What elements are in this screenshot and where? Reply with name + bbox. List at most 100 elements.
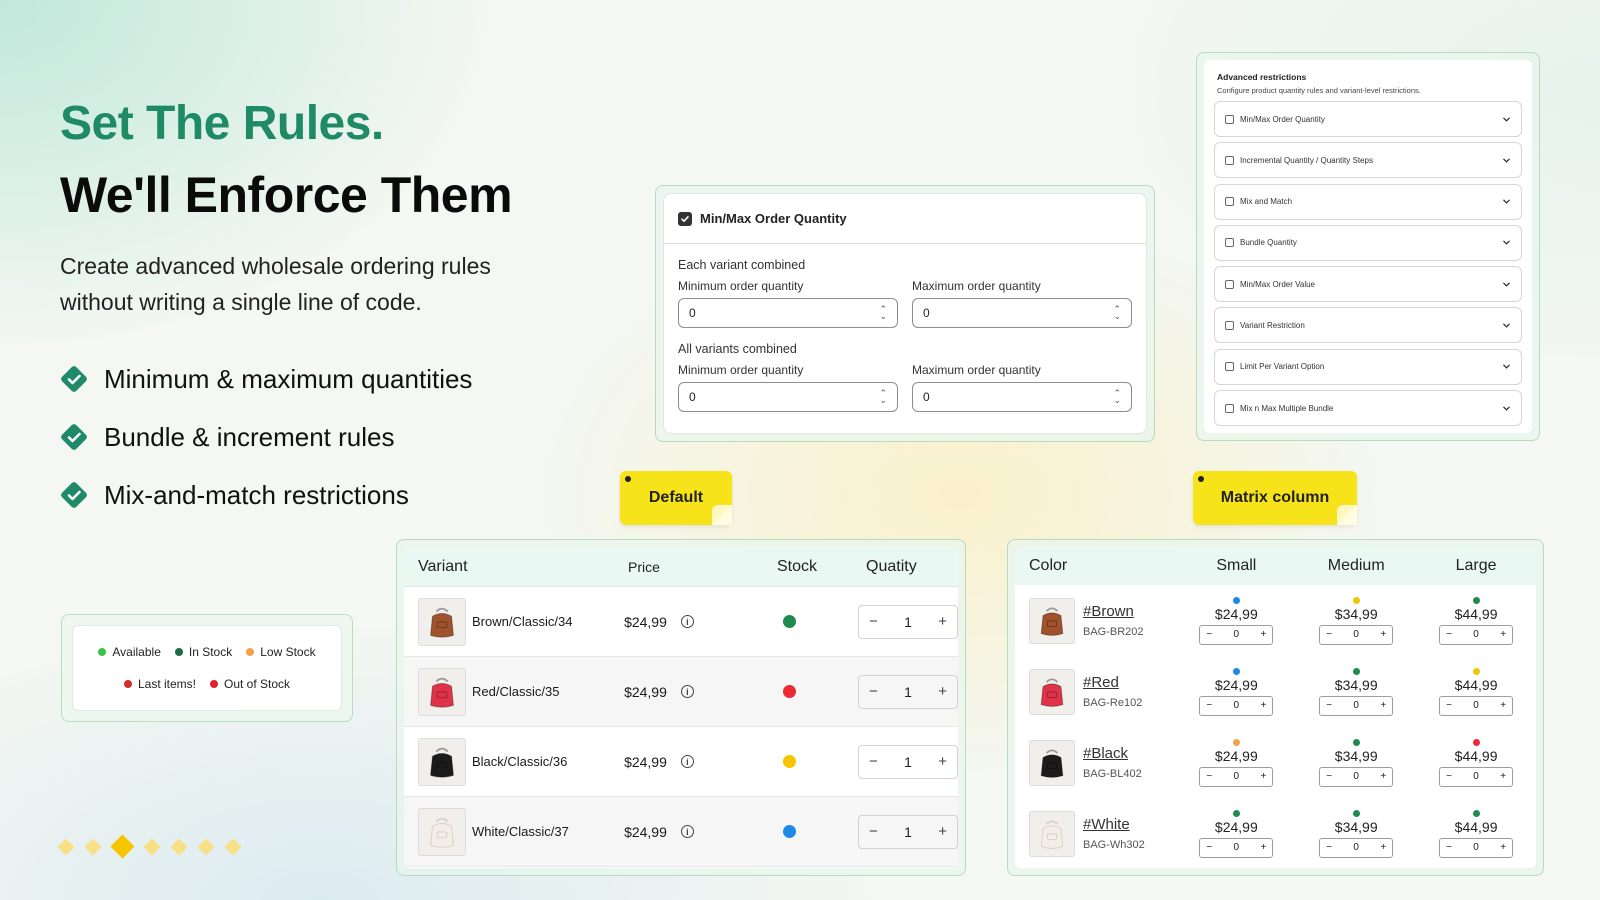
quantity-stepper[interactable]: − 0 + [1439,624,1514,645]
plus-icon[interactable]: + [1260,629,1266,640]
info-icon[interactable]: i [680,825,694,838]
minus-icon[interactable]: − [1326,771,1332,782]
checkbox[interactable] [1225,279,1234,289]
minus-icon[interactable]: − [1326,842,1332,853]
info-icon[interactable]: i [680,685,694,698]
quantity-stepper[interactable]: − 0 + [1319,837,1394,858]
minus-icon[interactable]: − [869,613,878,630]
info-icon[interactable]: i [680,755,694,768]
checkbox[interactable] [1225,114,1234,124]
minus-icon[interactable]: − [1206,700,1212,711]
minus-icon[interactable]: − [1446,842,1452,853]
checkbox[interactable] [1225,155,1234,165]
quantity-stepper[interactable]: − 0 + [1439,766,1514,787]
checkbox-checked-icon[interactable] [678,211,692,226]
restriction-item[interactable]: Bundle Quantity [1214,224,1522,261]
minus-icon[interactable]: − [869,823,878,840]
min-quantity-input[interactable]: 0 ⌃ ⌄ [678,382,898,412]
chevron-down-icon[interactable] [1502,115,1511,124]
info-icon[interactable]: i [680,615,694,628]
minus-icon[interactable]: − [1206,842,1212,853]
pager-dot[interactable] [224,838,242,855]
quantity-stepper[interactable]: − 0 + [1319,695,1394,716]
stock-status-dot [783,615,797,628]
color-link[interactable]: #Red [1083,674,1142,691]
spinner-icon[interactable]: ⌃ ⌄ [1113,305,1121,321]
minus-icon[interactable]: − [1206,629,1212,640]
restriction-item[interactable]: Limit Per Variant Option [1214,348,1522,385]
pager-dot[interactable] [143,838,161,855]
checkbox[interactable] [1225,403,1234,413]
spinner-icon[interactable]: ⌃ ⌄ [1113,389,1121,405]
chevron-down-icon[interactable] [1502,238,1511,247]
minus-icon[interactable]: − [1326,700,1332,711]
checkbox[interactable] [1225,197,1234,207]
quantity-stepper[interactable]: − 1 + [858,604,958,639]
quantity-stepper[interactable]: − 0 + [1199,766,1274,787]
pager-dot[interactable] [57,838,75,855]
plus-icon[interactable]: + [1380,629,1386,640]
color-link[interactable]: #White [1083,816,1145,833]
quantity-stepper[interactable]: − 0 + [1199,837,1274,858]
quantity-stepper[interactable]: − 0 + [1439,695,1514,716]
max-quantity-input[interactable]: 0 ⌃ ⌄ [912,382,1132,412]
plus-icon[interactable]: + [938,823,947,840]
stock-legend: Available In Stock Low Stock Last items! Ou… [72,625,342,711]
checkbox[interactable] [1225,238,1234,248]
quantity-stepper[interactable]: − 1 + [858,674,958,709]
plus-icon[interactable]: + [1500,842,1506,853]
quantity-stepper[interactable]: − 0 + [1199,624,1274,645]
minus-icon[interactable]: − [1446,700,1452,711]
checkbox[interactable] [1225,320,1234,330]
min-quantity-input[interactable]: 0 ⌃ ⌄ [678,298,898,328]
max-quantity-input[interactable]: 0 ⌃ ⌄ [912,298,1132,328]
quantity-stepper[interactable]: − 1 + [858,744,958,779]
chevron-down-icon[interactable] [1502,362,1511,371]
minmax-header[interactable]: Min/Max Order Quantity [664,194,1146,244]
quantity-stepper[interactable]: − 0 + [1319,624,1394,645]
spinner-icon[interactable]: ⌃ ⌄ [879,389,887,405]
restriction-item[interactable]: Mix n Max Multiple Bundle [1214,390,1522,427]
plus-icon[interactable]: + [1260,700,1266,711]
plus-icon[interactable]: + [938,613,947,630]
plus-icon[interactable]: + [1380,700,1386,711]
plus-icon[interactable]: + [1260,771,1266,782]
pager-dot[interactable] [84,838,102,855]
chevron-down-icon[interactable] [1502,404,1511,413]
color-link[interactable]: #Brown [1083,603,1144,620]
plus-icon[interactable]: + [938,683,947,700]
spinner-icon[interactable]: ⌃ ⌄ [879,305,887,321]
plus-icon[interactable]: + [1380,771,1386,782]
minus-icon[interactable]: − [1446,771,1452,782]
checkbox[interactable] [1225,362,1234,372]
restriction-item[interactable]: Min/Max Order Quantity [1214,101,1522,137]
quantity-stepper[interactable]: − 1 + [858,814,958,849]
minus-icon[interactable]: − [1206,771,1212,782]
quantity-stepper[interactable]: − 0 + [1439,837,1514,858]
restriction-item[interactable]: Incremental Quantity / Quantity Steps [1214,142,1522,179]
color-link[interactable]: #Black [1083,745,1142,762]
pager-dot[interactable] [110,834,135,859]
plus-icon[interactable]: + [1500,629,1506,640]
minus-icon[interactable]: − [1326,629,1332,640]
minus-icon[interactable]: − [1446,629,1452,640]
minus-icon[interactable]: − [869,753,878,770]
chevron-down-icon[interactable] [1502,280,1511,289]
restriction-item[interactable]: Variant Restriction [1214,307,1522,344]
chevron-down-icon[interactable] [1502,197,1511,206]
chevron-down-icon[interactable] [1502,156,1511,165]
plus-icon[interactable]: + [1500,771,1506,782]
quantity-stepper[interactable]: − 0 + [1199,695,1274,716]
restriction-item[interactable]: Min/Max Order Value [1214,266,1522,303]
pager-dot[interactable] [197,838,215,855]
plus-icon[interactable]: + [1260,842,1266,853]
minus-icon[interactable]: − [869,683,878,700]
pager-dot[interactable] [170,838,188,855]
chevron-down-icon[interactable] [1502,321,1511,330]
quantity-stepper[interactable]: − 0 + [1319,766,1394,787]
restriction-item[interactable]: Mix and Match [1214,183,1522,220]
plus-icon[interactable]: + [1380,842,1386,853]
plus-icon[interactable]: + [1500,700,1506,711]
variant-price: $24,99 [624,753,667,770]
plus-icon[interactable]: + [938,753,947,770]
